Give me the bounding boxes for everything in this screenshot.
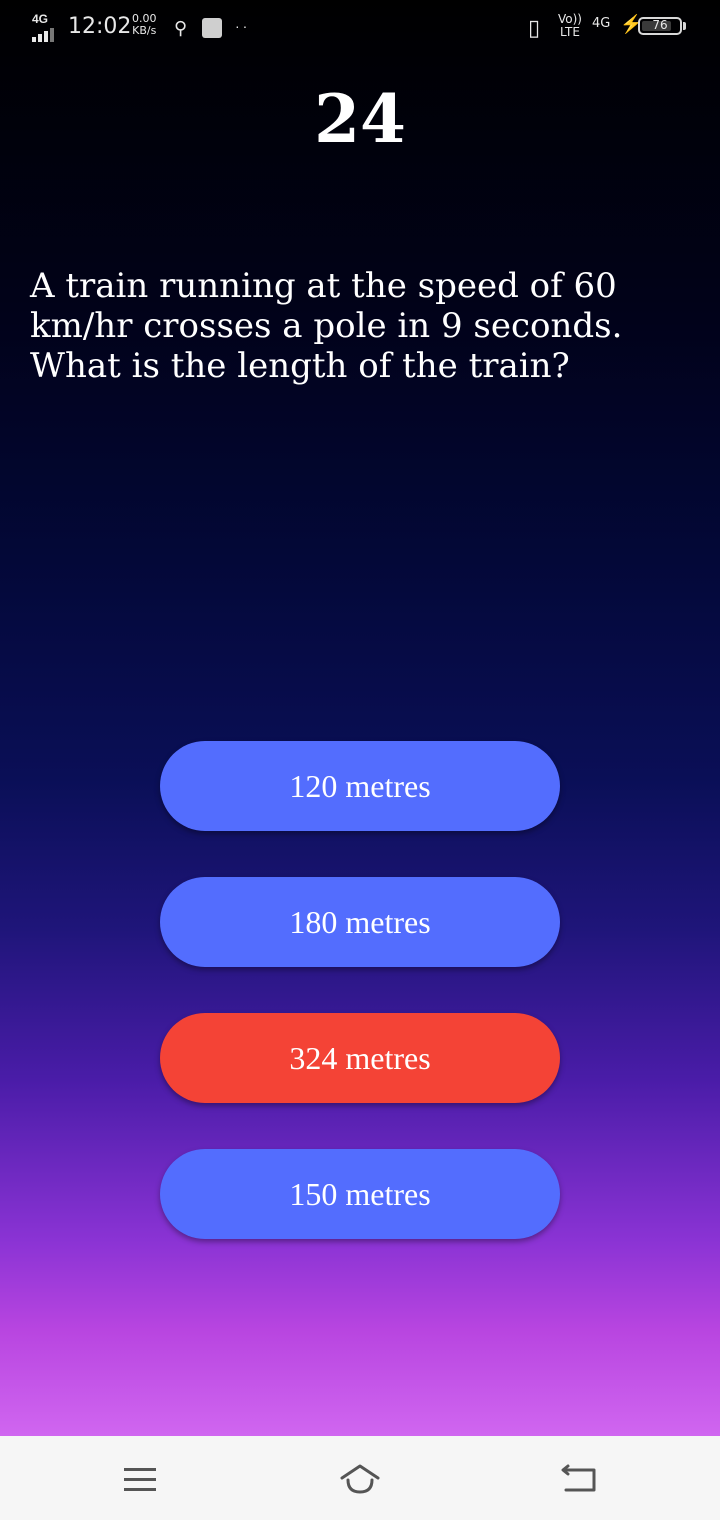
status-bar: 4G 12:02 0.00 KB/s ⚲ ·· ▯ Vo)) LTE 4G ⚡ … (0, 0, 720, 56)
answer-option-1[interactable]: 120 metres (160, 741, 560, 831)
answer-option-2[interactable]: 180 metres (160, 877, 560, 967)
answer-option-3[interactable]: 324 metres (160, 1013, 560, 1103)
app-notification-icon (202, 18, 222, 38)
network-type: 4G (32, 12, 49, 26)
back-icon[interactable] (550, 1454, 610, 1502)
home-icon[interactable] (330, 1454, 390, 1502)
navigation-bar (0, 1436, 720, 1520)
usb-icon: ⚲ (174, 18, 188, 38)
speed-unit: KB/s (132, 24, 157, 37)
question-text: A train running at the speed of 60 km/hr… (30, 266, 623, 386)
volte-indicator: Vo)) LTE (558, 13, 582, 39)
status-right: ▯ Vo)) LTE 4G ⚡ 76 (528, 12, 688, 44)
clock: 12:02 (68, 14, 132, 39)
answer-options: 120 metres 180 metres 324 metres 150 met… (160, 741, 560, 1285)
network-right: 4G (592, 16, 611, 31)
signal-icon: 4G (32, 12, 62, 44)
battery-tip (683, 22, 686, 30)
question-number: 24 (314, 80, 406, 158)
battery-level: 76 (652, 18, 668, 32)
battery-icon: 76 (638, 17, 682, 35)
answer-option-4[interactable]: 150 metres (160, 1149, 560, 1239)
signal-bars (32, 28, 58, 42)
menu-icon[interactable] (110, 1454, 170, 1502)
network-speed: 0.00 KB/s (132, 13, 157, 37)
more-dots-icon: ·· (235, 18, 251, 34)
lte-label: LTE (560, 25, 580, 39)
vibrate-icon: ▯ (528, 15, 541, 40)
